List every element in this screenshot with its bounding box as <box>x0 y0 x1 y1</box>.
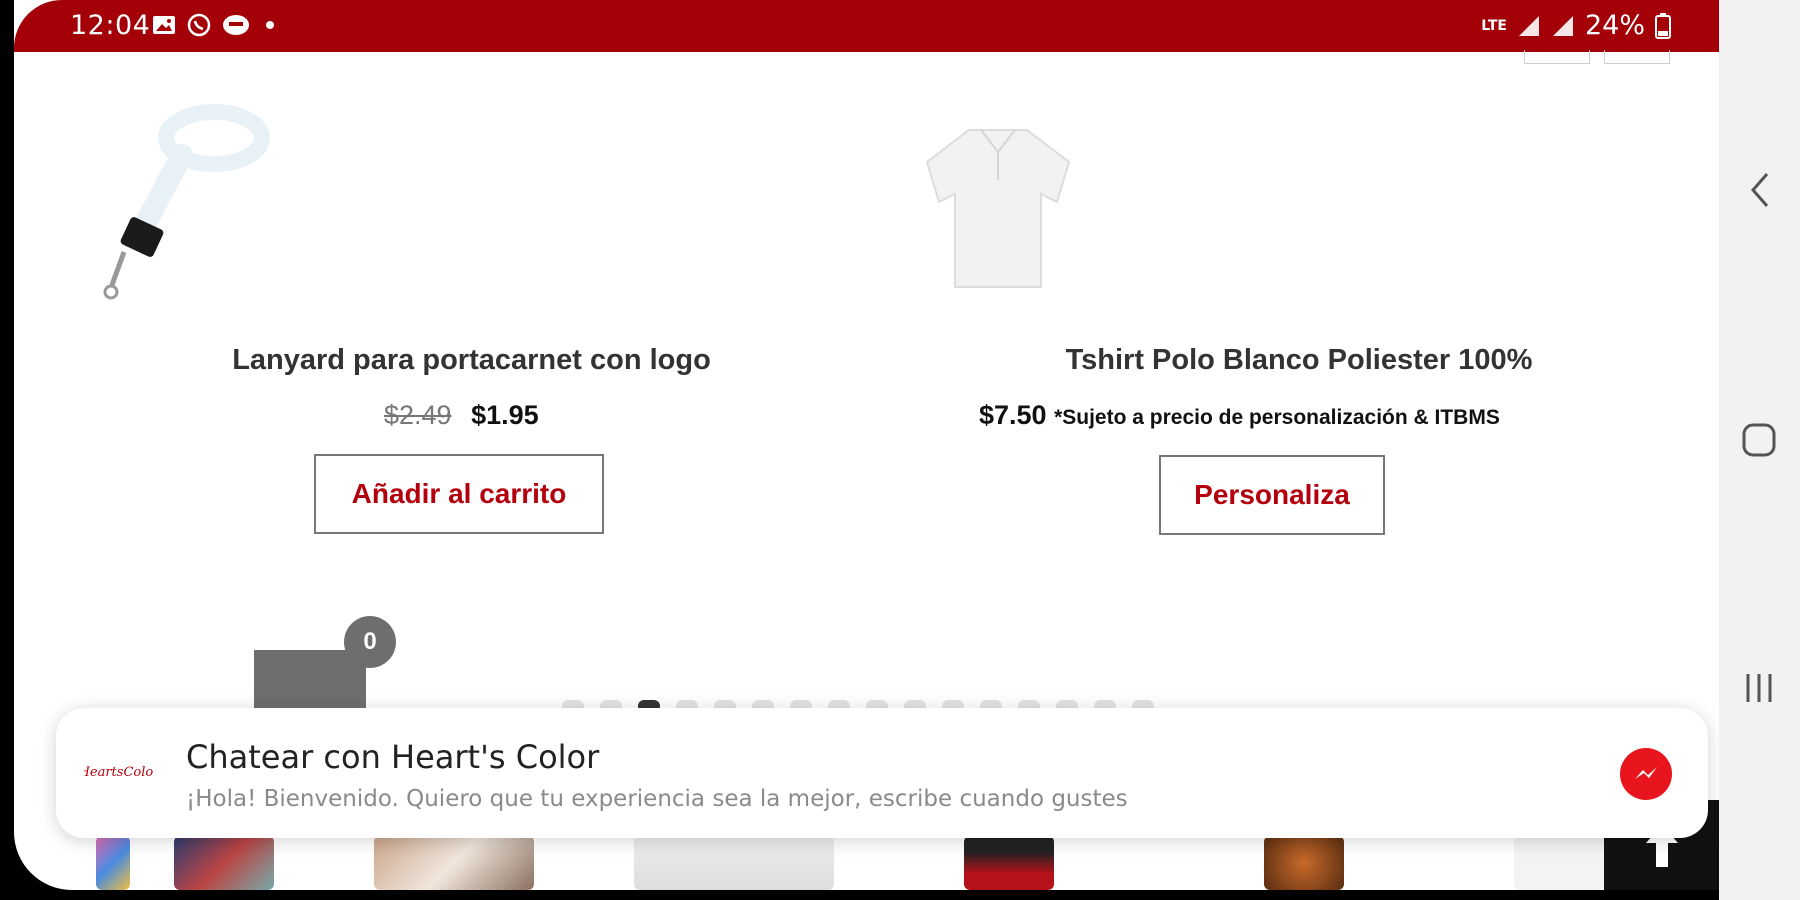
category-thumbnail[interactable] <box>1514 836 1604 890</box>
header-box <box>1604 50 1670 64</box>
battery-percent: 24% <box>1584 10 1645 41</box>
price-note: *Sujeto a precio de personalización & IT… <box>1054 406 1500 429</box>
category-thumbnail[interactable] <box>634 836 834 890</box>
category-thumbnail[interactable] <box>174 836 274 890</box>
price: $7.50 <box>979 400 1047 430</box>
recent-apps-button[interactable] <box>1739 668 1779 708</box>
brand-logo: HeartsColor <box>84 765 154 780</box>
back-button[interactable] <box>1739 170 1779 210</box>
chat-subtitle: ¡Hola! Bienvenido. Quiero que tu experie… <box>186 786 1128 812</box>
chat-title: Chatear con Heart's Color <box>186 738 600 776</box>
category-thumbnail[interactable] <box>964 836 1054 890</box>
dot-icon <box>266 21 274 29</box>
messenger-icon <box>1635 767 1657 779</box>
category-thumbnail-strip <box>14 836 1719 890</box>
header-box <box>1524 50 1590 64</box>
category-thumbnail[interactable] <box>374 836 534 890</box>
status-right: LTE 24% <box>1481 10 1671 41</box>
status-bar: 12:04 LTE 24% <box>14 0 1719 52</box>
status-time: 12:04 <box>70 10 151 41</box>
signal-icon <box>1518 15 1539 36</box>
system-navigation-bar <box>1719 0 1800 900</box>
whatsapp-icon <box>187 13 211 37</box>
old-price: $2.49 <box>384 400 452 430</box>
network-type: LTE <box>1481 17 1507 34</box>
gallery-icon <box>153 16 175 34</box>
add-to-cart-button[interactable]: Añadir al carrito <box>314 454 604 534</box>
cart-icon[interactable] <box>254 650 366 710</box>
product-title[interactable]: Lanyard para portacarnet con logo <box>184 344 759 377</box>
product-image-lanyard <box>103 104 270 300</box>
back-icon <box>1751 173 1769 207</box>
product-image-polo <box>925 129 1071 288</box>
messaging-icon <box>223 15 249 35</box>
personalize-button[interactable]: Personaliza <box>1159 455 1385 535</box>
battery-icon <box>1655 12 1671 39</box>
price-row: $2.49 $1.95 <box>384 400 539 431</box>
price-row: $7.50 *Sujeto a precio de personalizació… <box>979 400 1500 431</box>
cart-count-badge: 0 <box>344 616 396 668</box>
recent-apps-icon <box>1746 674 1772 702</box>
screen: 12:04 LTE 24% Lanyard para portacarnet c… <box>0 0 1800 900</box>
product-title[interactable]: Tshirt Polo Blanco Poliester 100% <box>1014 344 1584 377</box>
messenger-chat-popup[interactable]: HeartsColor Chatear con Heart's Color ¡H… <box>56 708 1708 838</box>
category-thumbnail[interactable] <box>1264 836 1344 890</box>
browser-viewport: 12:04 LTE 24% Lanyard para portacarnet c… <box>14 0 1719 890</box>
brand-logo-text: HeartsColor <box>84 765 154 780</box>
home-icon <box>1742 423 1776 457</box>
signal-icon <box>1552 15 1573 36</box>
messenger-button[interactable] <box>1620 748 1672 800</box>
category-thumbnail[interactable] <box>96 836 130 890</box>
home-button[interactable] <box>1739 420 1779 460</box>
price: $1.95 <box>471 400 539 430</box>
